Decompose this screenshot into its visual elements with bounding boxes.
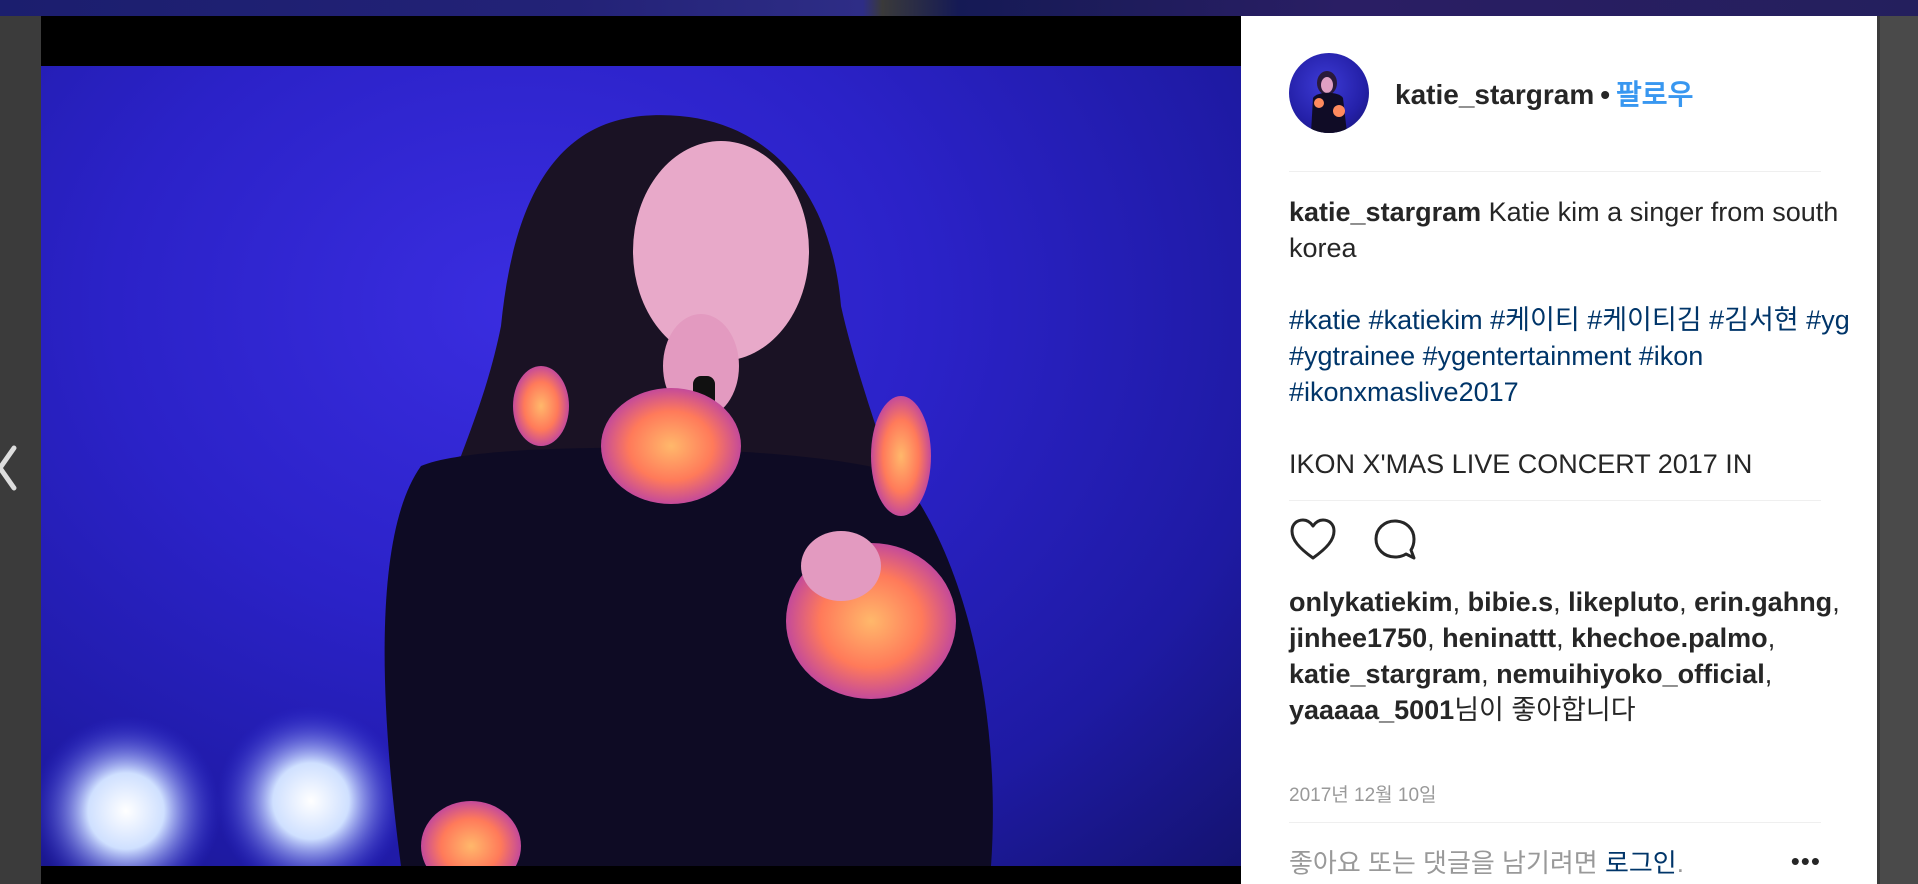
- liker-link[interactable]: bibie.s: [1468, 587, 1554, 617]
- hashtag-link[interactable]: #케이티김: [1587, 305, 1701, 335]
- liker-link[interactable]: heninattt: [1442, 623, 1556, 653]
- caption-divider: [1289, 500, 1821, 501]
- caption-text-block: katie_stargram Katie kim a singer from s…: [1289, 194, 1869, 266]
- hashtag-link[interactable]: #ikon: [1639, 341, 1704, 371]
- liker-link[interactable]: onlykatiekim: [1289, 587, 1453, 617]
- heart-icon[interactable]: [1289, 516, 1337, 564]
- background-feed-right: [1880, 16, 1918, 884]
- footer-divider: [1289, 822, 1821, 823]
- chevron-left-icon[interactable]: [0, 438, 24, 498]
- login-link[interactable]: 로그인: [1605, 848, 1677, 878]
- hashtag-block: #katie #katiekim #케이티 #케이티김 #김서현 #yg #yg…: [1289, 302, 1869, 410]
- liked-by: onlykatiekim, bibie.s, likepluto, erin.g…: [1289, 587, 1840, 725]
- action-bar: [1289, 510, 1453, 570]
- caption-more-text: IKON X'MAS LIVE CONCERT 2017 IN: [1289, 449, 1753, 479]
- header-text: katie_stargram • 팔로우: [1395, 73, 1693, 113]
- liker-link[interactable]: erin.gahng: [1694, 587, 1832, 617]
- post-modal: katie_stargram • 팔로우 katie_stargram Katie …: [41, 16, 1877, 884]
- hashtag-link[interactable]: #김서현: [1709, 305, 1799, 335]
- separator-dot: •: [1600, 79, 1611, 110]
- username-link[interactable]: katie_stargram: [1395, 79, 1594, 110]
- hashtag-link[interactable]: #ygentertainment: [1423, 341, 1632, 371]
- page: katie_stargram • 팔로우 katie_stargram Katie …: [0, 0, 1918, 884]
- post-header: katie_stargram • 팔로우: [1289, 52, 1821, 134]
- post-media[interactable]: [41, 16, 1241, 884]
- comment-icon[interactable]: [1371, 516, 1419, 564]
- avatar[interactable]: [1289, 53, 1369, 133]
- login-prompt-period: .: [1676, 847, 1684, 878]
- liked-suffix: 님이 좋아합니다: [1454, 695, 1636, 725]
- liker-link[interactable]: katie_stargram: [1289, 659, 1481, 689]
- liker-link[interactable]: khechoe.palmo: [1571, 623, 1768, 653]
- hashtag-link[interactable]: #ygtrainee: [1289, 341, 1415, 371]
- login-prompt: 좋아요 또는 댓글을 남기려면 로그인.: [1289, 843, 1684, 880]
- post-date[interactable]: 2017년 12월 10일: [1289, 780, 1437, 807]
- comment-footer: 좋아요 또는 댓글을 남기려면 로그인. •••: [1289, 838, 1821, 884]
- hashtag-link[interactable]: #katie: [1289, 305, 1361, 335]
- post-photo: [41, 66, 1241, 866]
- hashtag-link[interactable]: #katiekim: [1369, 305, 1483, 335]
- login-prompt-text: 좋아요 또는 댓글을 남기려면: [1289, 847, 1598, 878]
- post-sidebar: katie_stargram • 팔로우 katie_stargram Katie …: [1241, 16, 1877, 884]
- hashtag-link[interactable]: #ikonxmaslive2017: [1289, 377, 1519, 407]
- caption-username[interactable]: katie_stargram: [1289, 197, 1481, 227]
- hashtag-link[interactable]: #yg: [1806, 305, 1850, 335]
- hashtag-link[interactable]: #케이티: [1490, 305, 1580, 335]
- caption-more-block: IKON X'MAS LIVE CONCERT 2017 IN: [1289, 446, 1869, 482]
- liker-link[interactable]: jinhee1750: [1289, 623, 1427, 653]
- liker-link[interactable]: yaaaaa_5001: [1289, 695, 1454, 725]
- more-options-icon[interactable]: •••: [1791, 846, 1821, 877]
- liker-link[interactable]: likepluto: [1568, 587, 1679, 617]
- background-feed: [0, 0, 1918, 16]
- header-divider: [1289, 171, 1821, 172]
- caption: katie_stargram Katie kim a singer from s…: [1289, 194, 1869, 494]
- follow-button[interactable]: 팔로우: [1616, 79, 1693, 110]
- liker-link[interactable]: nemuihiyoko_official: [1496, 659, 1765, 689]
